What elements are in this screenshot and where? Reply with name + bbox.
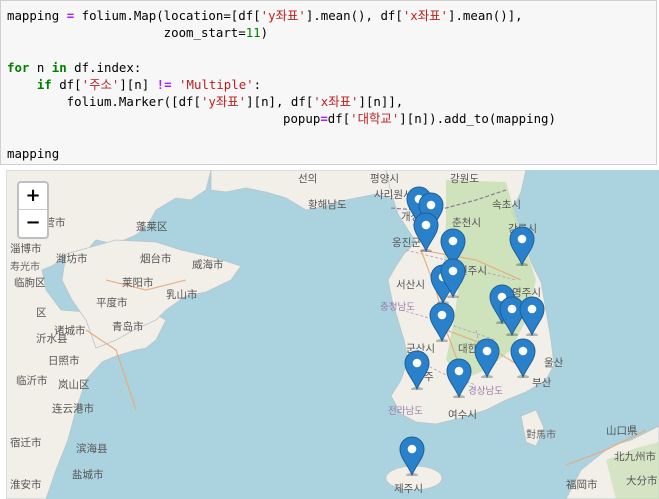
map-marker-icon[interactable]	[519, 296, 545, 336]
map-label: 淮安市	[10, 478, 42, 491]
map-label: 속초시	[492, 199, 521, 211]
map-label: 岚山区	[58, 379, 90, 391]
map-label: 寿光市	[10, 260, 40, 273]
map-marker-icon[interactable]	[509, 226, 535, 266]
map-label: 连云港市	[52, 402, 94, 415]
zoom-out-button[interactable]: −	[19, 210, 47, 237]
map-label: 전라남도	[388, 406, 423, 417]
map-marker-icon[interactable]	[429, 302, 455, 342]
map-label: 烟台市	[140, 252, 172, 265]
map-label: 临沂市	[16, 374, 48, 387]
map-label: 제주시	[394, 483, 423, 495]
map-marker-icon[interactable]	[440, 258, 466, 298]
code-editor[interactable]: mapping = folium.Map(location=[df['y좌표']…	[1, 1, 656, 162]
map-marker-icon[interactable]	[474, 338, 500, 378]
map-label: 区	[36, 307, 47, 319]
map-marker-icon[interactable]	[399, 436, 425, 476]
leaflet-map[interactable]: 선의 황해남도 평양시 사리원시 강원도 개성 춘천시 속초시 강릉시 옹진군 …	[6, 170, 659, 499]
map-label: 莱阳市	[122, 276, 154, 289]
map-label: 北九州市	[614, 450, 656, 463]
map-label: 淄博市	[10, 242, 42, 255]
map-label: 황해남도	[308, 198, 347, 211]
map-marker-icon[interactable]	[404, 350, 430, 390]
map-label: 潍坊市	[56, 252, 88, 265]
map-label: 선의	[298, 173, 317, 185]
map-label: 青岛市	[112, 320, 144, 333]
map-label: 對馬市	[526, 428, 556, 441]
map-label: 威海市	[192, 258, 224, 271]
map-marker-icon[interactable]	[413, 212, 439, 252]
map-label: 平度市	[96, 296, 128, 309]
map-label: 乳山市	[166, 288, 198, 301]
map-marker-icon[interactable]	[510, 338, 536, 378]
map-label: 日照市	[48, 354, 80, 367]
map-label: 충청남도	[380, 302, 415, 313]
map-label: 부산	[532, 377, 552, 389]
map-label: 临朐区	[14, 276, 46, 289]
map-label: 宿迁市	[10, 436, 42, 449]
code-cell[interactable]: mapping = folium.Map(location=[df['y좌표']…	[0, 0, 657, 165]
map-tiles[interactable]: 선의 황해남도 평양시 사리원시 강원도 개성 춘천시 속초시 강릉시 옹진군 …	[6, 170, 659, 499]
map-label: 서산시	[396, 279, 425, 291]
zoom-in-button[interactable]: +	[19, 183, 47, 210]
zoom-control: + −	[17, 181, 49, 239]
map-label: 滨海县	[76, 442, 108, 455]
map-label: 蓬莱区	[136, 221, 168, 233]
map-label: 여수시	[448, 409, 477, 421]
map-label: 福岡市	[566, 478, 598, 491]
map-label: 盐城市	[72, 468, 104, 481]
map-label: 경상남도	[468, 385, 503, 397]
map-label: 강원도	[450, 173, 479, 185]
map-label: 大分市	[626, 474, 658, 487]
map-label: 山口県	[606, 425, 638, 437]
map-marker-icon[interactable]	[446, 358, 472, 398]
map-label: 沂水县	[36, 332, 68, 345]
map-label: 울산	[544, 357, 564, 369]
map-label: 평양시	[370, 173, 399, 185]
